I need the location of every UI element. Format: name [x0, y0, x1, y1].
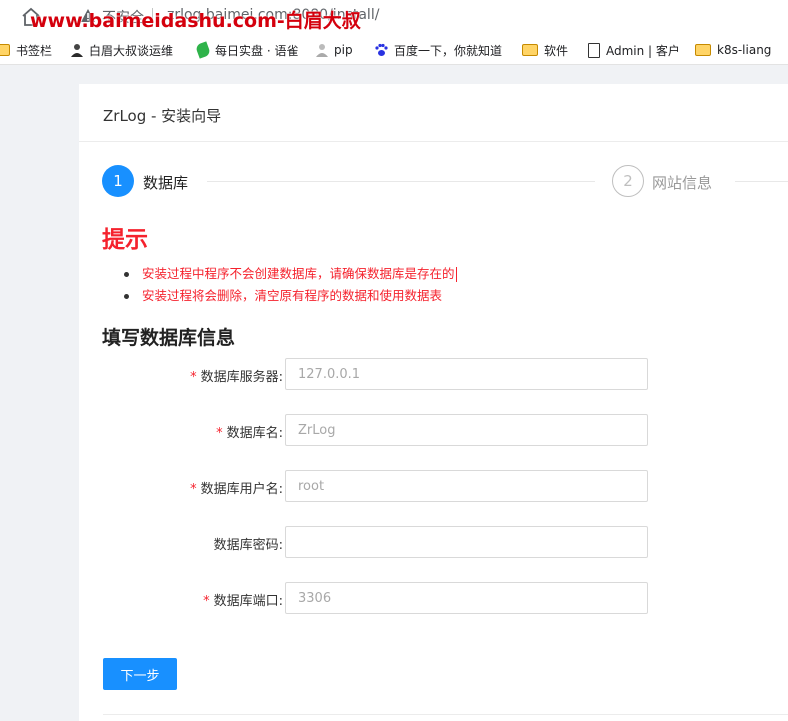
- tip-item: 安装过程将会删除，清空原有程序的数据和使用数据表: [122, 285, 457, 307]
- divider: [103, 714, 788, 715]
- required-mark: *: [190, 482, 197, 497]
- bookmark-label: 书签栏: [16, 43, 53, 58]
- bookmark-label: 每日实盘 · 语雀: [215, 43, 299, 58]
- bookmark-item[interactable]: 每日实盘 · 语雀: [194, 40, 299, 60]
- form-row-db-name: * 数据库名:: [79, 414, 788, 446]
- step-1-label: 数据库: [143, 174, 189, 192]
- form-row-db-user: * 数据库用户名:: [79, 470, 788, 502]
- leaf-icon: [194, 41, 212, 59]
- field-label: * 数据库名:: [216, 426, 283, 441]
- field-label: 数据库密码:: [213, 538, 283, 553]
- bookmark-label: pip: [334, 43, 353, 57]
- folder-icon: [0, 44, 10, 56]
- db-password-input[interactable]: [285, 526, 648, 558]
- db-server-input[interactable]: [285, 358, 648, 390]
- text-cursor: [455, 267, 457, 282]
- person-icon: [71, 44, 83, 57]
- form-title: 填写数据库信息: [102, 327, 236, 349]
- db-name-input[interactable]: [285, 414, 648, 446]
- field-label: * 数据库服务器:: [190, 370, 283, 385]
- db-port-input[interactable]: [285, 582, 648, 614]
- form-row-db-password: 数据库密码:: [79, 526, 788, 558]
- tips-list: 安装过程中程序不会创建数据库，请确保数据库是存在的 安装过程将会删除，清空原有程…: [102, 263, 457, 307]
- tip-item: 安装过程中程序不会创建数据库，请确保数据库是存在的: [122, 263, 457, 285]
- required-mark: *: [190, 370, 197, 385]
- bookmark-item[interactable]: 白眉大叔谈运维: [71, 40, 173, 60]
- bookmark-label: 百度一下，你就知道: [394, 43, 503, 58]
- db-username-input[interactable]: [285, 470, 648, 502]
- bookmark-item[interactable]: k8s-liang: [695, 40, 771, 60]
- install-panel: ZrLog - 安装向导 1 数据库 2 网站信息 提示 安装过程中程序不会创建…: [79, 84, 788, 721]
- form-row-db-port: * 数据库端口:: [79, 582, 788, 614]
- tips-title: 提示: [102, 227, 148, 253]
- step-1-indicator: 1: [102, 165, 134, 197]
- next-step-button[interactable]: 下一步: [103, 658, 177, 690]
- bookmark-label: Admin | 客户: [606, 43, 680, 58]
- step-connector: [735, 181, 788, 182]
- step-2-label: 网站信息: [652, 174, 713, 192]
- browser-address-bar: 不安全 zrlog.baimei.com:8080/install/ www.b…: [0, 0, 788, 36]
- bookmark-item[interactable]: Admin | 客户: [588, 40, 680, 60]
- bookmark-item[interactable]: pip: [316, 40, 353, 60]
- bookmarks-bar: 书签栏 白眉大叔谈运维 每日实盘 · 语雀 pip 百度一下，你就知道 软件 A…: [0, 36, 788, 65]
- person-icon: [316, 44, 328, 57]
- bookmark-label: 软件: [544, 43, 569, 58]
- form-row-db-server: * 数据库服务器:: [79, 358, 788, 390]
- required-mark: *: [216, 426, 223, 441]
- field-label: * 数据库用户名:: [190, 482, 283, 497]
- step-connector: [207, 181, 595, 182]
- bookmark-item[interactable]: 书签栏: [0, 40, 52, 60]
- page-title: ZrLog - 安装向导: [103, 107, 222, 125]
- bookmark-item[interactable]: 百度一下，你就知道: [374, 40, 502, 60]
- folder-icon: [695, 44, 711, 56]
- folder-icon: [522, 44, 538, 56]
- document-icon: [588, 42, 600, 58]
- bookmark-label: 白眉大叔谈运维: [89, 43, 174, 58]
- required-mark: *: [203, 594, 210, 609]
- baidu-paw-icon: [375, 43, 388, 56]
- panel-header: ZrLog - 安装向导: [79, 84, 788, 142]
- bookmark-item[interactable]: 软件: [522, 40, 568, 60]
- watermark-text: www.baimeidashu.com-白眉大叔: [30, 10, 361, 32]
- field-label: * 数据库端口:: [203, 594, 283, 609]
- bookmark-label: k8s-liang: [717, 43, 772, 57]
- step-2-indicator: 2: [612, 165, 644, 197]
